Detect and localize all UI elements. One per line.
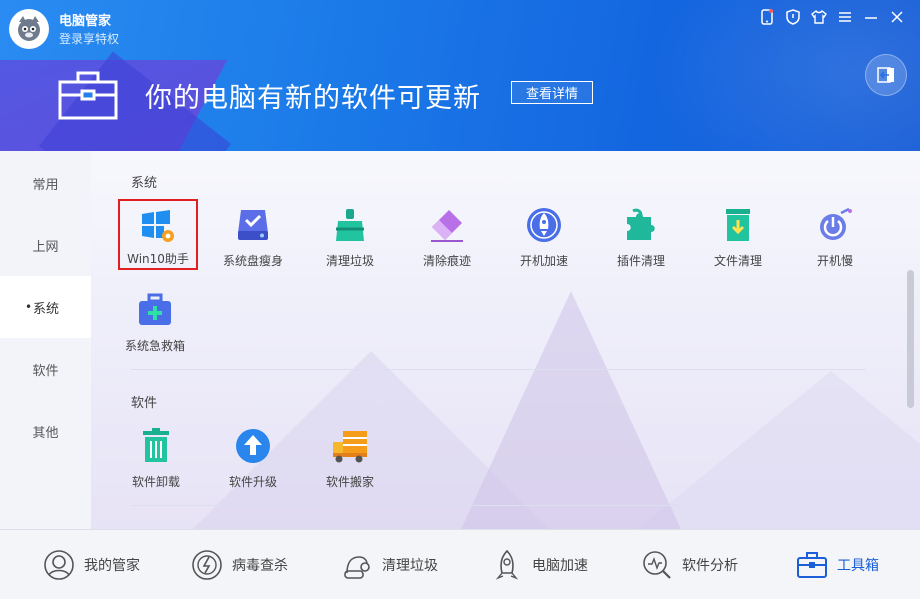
windows-gear-icon [138, 206, 178, 246]
broom-icon [330, 205, 370, 245]
exit-icon [877, 67, 894, 83]
upgrade-icon [233, 426, 273, 466]
tool-label: 软件卸载 [131, 475, 180, 489]
sidebar-item-software[interactable]: 软件 [0, 338, 91, 400]
scrollbar-thumb[interactable] [907, 270, 914, 408]
tool-label: 清理垃圾 [325, 254, 374, 268]
tool-plugin-clean[interactable]: 插件清理 [596, 200, 686, 280]
trash-icon [136, 426, 176, 466]
tool-software-uninstall[interactable]: 软件卸载 [111, 421, 201, 501]
tool-software-upgrade[interactable]: 软件升级 [208, 421, 298, 501]
header-banner: 电脑管家 登录享特权 你的电脑有新的软件可更新 查看详情 [0, 0, 920, 151]
shield-icon[interactable] [784, 8, 802, 26]
minimize-icon[interactable] [862, 8, 880, 26]
tool-label: 插件清理 [616, 254, 665, 268]
nav-label: 软件分析 [682, 558, 738, 574]
power-slow-icon [815, 205, 855, 245]
nav-software-analysis[interactable]: 软件分析 [640, 530, 738, 599]
tool-label: 开机慢 [816, 254, 853, 268]
exit-toolbox-button[interactable] [865, 54, 907, 96]
nav-label: 清理垃圾 [382, 558, 438, 574]
toolbox-icon [58, 71, 118, 125]
tool-label: Win10助手 [127, 252, 189, 266]
section-title-system: 系统 [131, 176, 158, 191]
nav-label: 工具箱 [837, 558, 879, 574]
nav-label: 我的管家 [84, 558, 140, 574]
tool-label: 清除痕迹 [422, 254, 471, 268]
tool-label: 开机加速 [519, 254, 568, 268]
tool-system-disk-slim[interactable]: 系统盘瘦身 [208, 200, 298, 280]
tool-label: 系统盘瘦身 [222, 254, 283, 268]
avatar-icon [42, 548, 76, 582]
truck-icon [330, 426, 370, 466]
sidebar: 常用 上网 系统 软件 其他 [0, 151, 92, 529]
toolbox-icon [795, 548, 829, 582]
window-controls [758, 8, 906, 26]
first-aid-icon [135, 290, 175, 330]
tool-win10-helper[interactable]: Win10助手 [118, 199, 198, 270]
tool-clean-junk[interactable]: 清理垃圾 [305, 200, 395, 280]
nav-label: 病毒查杀 [232, 558, 288, 574]
vacuum-icon [340, 548, 374, 582]
tool-file-clean[interactable]: 文件清理 [693, 200, 783, 280]
section-divider [131, 505, 866, 506]
rocket-icon [490, 548, 524, 582]
tool-label: 软件搬家 [325, 475, 374, 489]
update-headline: 你的电脑有新的软件可更新 [145, 83, 481, 114]
close-icon[interactable] [888, 8, 906, 26]
tools-panel: 系统 Win10助手 系统盘瘦身 清理垃圾 清除痕迹 开机加速 插件清理 文件清… [91, 151, 920, 529]
login-link[interactable]: 登录享特权 [59, 30, 119, 47]
nav-my-manager[interactable]: 我的管家 [42, 530, 140, 599]
menu-icon[interactable] [836, 8, 854, 26]
sidebar-item-system[interactable]: 系统 [0, 276, 92, 338]
tool-label: 系统急救箱 [124, 339, 185, 353]
puzzle-icon [621, 205, 661, 245]
sidebar-item-common[interactable]: 常用 [0, 152, 91, 214]
trash-file-icon [718, 205, 758, 245]
sidebar-item-internet[interactable]: 上网 [0, 214, 91, 276]
phone-icon[interactable] [758, 8, 776, 26]
app-title: 电脑管家 [59, 14, 112, 29]
nav-label: 电脑加速 [532, 558, 588, 574]
analysis-icon [640, 548, 674, 582]
shirt-icon[interactable] [810, 8, 828, 26]
bottom-nav: 我的管家 病毒查杀 清理垃圾 电脑加速 软件分析 工具箱 [0, 529, 920, 599]
tool-label: 软件升级 [228, 475, 277, 489]
nav-virus-scan[interactable]: 病毒查杀 [190, 530, 288, 599]
tool-first-aid-kit[interactable]: 系统急救箱 [110, 285, 200, 365]
tool-software-move[interactable]: 软件搬家 [305, 421, 395, 501]
app-logo-icon[interactable] [9, 9, 49, 49]
section-title-software: 软件 [131, 396, 158, 411]
virus-scan-icon [190, 548, 224, 582]
sidebar-item-other[interactable]: 其他 [0, 400, 91, 462]
rocket-icon [524, 205, 564, 245]
tool-boot-speedup[interactable]: 开机加速 [499, 200, 589, 280]
nav-toolbox[interactable]: 工具箱 [795, 530, 879, 599]
view-details-button[interactable]: 查看详情 [511, 81, 593, 104]
nav-speedup[interactable]: 电脑加速 [490, 530, 588, 599]
disk-icon [233, 205, 273, 245]
tool-clear-traces[interactable]: 清除痕迹 [402, 200, 492, 280]
tool-label: 文件清理 [713, 254, 762, 268]
nav-clean-junk[interactable]: 清理垃圾 [340, 530, 438, 599]
tool-slow-boot[interactable]: 开机慢 [790, 200, 880, 280]
background-mountain [451, 291, 691, 529]
section-divider [131, 369, 866, 370]
eraser-icon [427, 205, 467, 245]
